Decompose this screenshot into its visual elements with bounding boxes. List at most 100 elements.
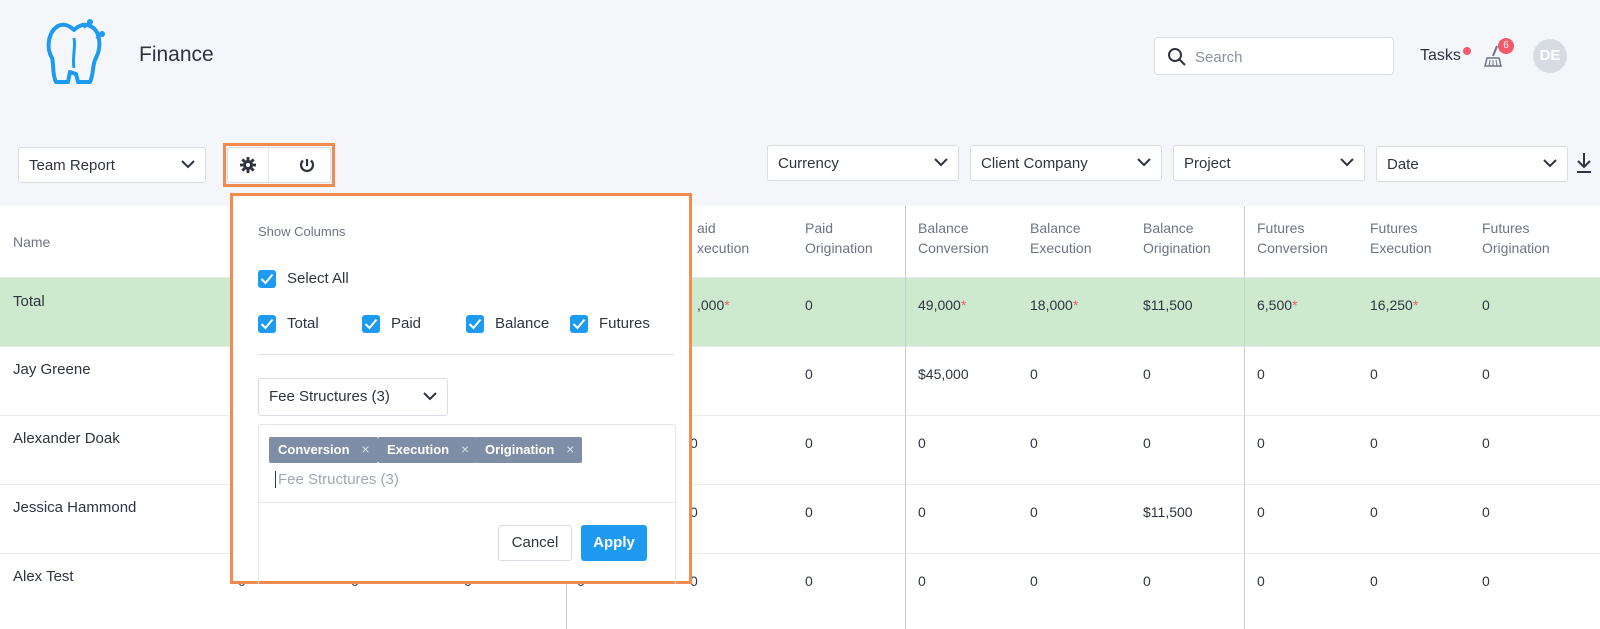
chip-conversion: Conversion × — [269, 437, 378, 463]
cell-value: 0 — [1370, 504, 1378, 520]
row-name[interactable]: Alexander Doak — [13, 429, 120, 449]
popover-title: Show Columns — [258, 224, 346, 239]
cancel-button[interactable]: Cancel — [498, 525, 572, 561]
apply-button[interactable]: Apply — [581, 525, 647, 561]
select-all-checkbox[interactable] — [258, 270, 276, 288]
table-cell: $11,500 — [1143, 502, 1193, 522]
flag-asterisk: * — [1412, 297, 1419, 313]
table-cell: 0 — [805, 433, 813, 453]
popover-divider — [258, 354, 674, 355]
cell-value: 0 — [1257, 435, 1265, 451]
cell-value: 0 — [1143, 366, 1151, 382]
balance-checkbox-label[interactable]: Balance — [495, 315, 549, 332]
chip-label: Origination — [485, 442, 555, 457]
paid-checkbox[interactable] — [362, 315, 380, 333]
futures-checkbox[interactable] — [570, 315, 588, 333]
cell-value: 0 — [1257, 504, 1265, 520]
cell-value: 0 — [1143, 573, 1151, 589]
cell-value: 0 — [1482, 366, 1490, 382]
search-input[interactable] — [1195, 46, 1385, 68]
chevron-down-icon — [181, 160, 195, 169]
cell-value: 0 — [805, 504, 813, 520]
table-cell: 0 — [1257, 364, 1265, 384]
total-checkbox[interactable] — [258, 315, 276, 333]
cell-value: 16,250 — [1370, 297, 1413, 313]
check-icon — [572, 318, 586, 330]
table-cell: 0 — [1482, 295, 1490, 315]
table-cell: 0 — [1257, 502, 1265, 522]
table-cell: 0 — [1030, 502, 1038, 522]
elephant-logo-icon[interactable] — [44, 18, 114, 90]
close-icon[interactable]: × — [566, 441, 574, 457]
currency-filter[interactable]: Currency — [767, 145, 959, 181]
futures-checkbox-label[interactable]: Futures — [599, 315, 650, 332]
row-name[interactable]: Alex Test — [13, 567, 74, 587]
date-filter[interactable]: Date — [1376, 146, 1568, 182]
close-icon[interactable]: × — [361, 441, 369, 457]
column-header[interactable]: Futures Conversion — [1257, 218, 1328, 258]
table-cell: 0 — [1482, 364, 1490, 384]
cell-value: 0 — [1370, 435, 1378, 451]
client-company-filter-label: Client Company — [981, 155, 1088, 172]
cell-value: 0 — [1482, 297, 1490, 313]
table-cell: 0 — [1030, 364, 1038, 384]
check-icon — [364, 318, 378, 330]
flag-asterisk: * — [960, 297, 967, 313]
column-header-name[interactable]: Name — [13, 232, 50, 252]
row-name[interactable]: Jay Greene — [13, 360, 91, 380]
chevron-down-icon — [1340, 158, 1354, 167]
notification-badge: 6 — [1498, 38, 1514, 54]
cell-value: 0 — [918, 435, 926, 451]
table-cell: 0 — [805, 571, 813, 591]
column-header[interactable]: Futures Origination — [1482, 218, 1550, 258]
cell-value: 0 — [1482, 504, 1490, 520]
table-cell: $11,500 — [1143, 295, 1193, 315]
client-company-filter[interactable]: Client Company — [970, 145, 1162, 181]
cell-value: $11,500 — [1143, 504, 1193, 520]
fee-structures-panel: Conversion × Execution × Origination × F… — [258, 424, 677, 584]
chevron-down-icon — [1137, 158, 1151, 167]
paid-checkbox-label[interactable]: Paid — [391, 315, 421, 332]
chevron-down-icon — [423, 392, 437, 401]
select-all-label[interactable]: Select All — [287, 270, 349, 287]
team-report-select[interactable]: Team Report — [18, 147, 206, 183]
column-header[interactable]: Futures Execution — [1370, 218, 1431, 258]
show-columns-popover: Show Columns Select All Total Paid Balan… — [230, 193, 692, 584]
column-header[interactable]: Paid Origination — [805, 218, 873, 258]
table-cell: 16,250* — [1370, 295, 1418, 315]
chip-execution: Execution × — [378, 437, 478, 463]
tasks-indicator-dot — [1463, 47, 1471, 55]
check-icon — [260, 318, 274, 330]
table-cell: 0 — [918, 433, 926, 453]
column-header[interactable]: Balance Conversion — [918, 218, 989, 258]
balance-checkbox[interactable] — [466, 315, 484, 333]
cell-value: ,000 — [697, 297, 725, 313]
fee-structures-select[interactable]: Fee Structures (3) — [258, 378, 448, 416]
table-cell: 0 — [918, 571, 926, 591]
close-icon[interactable]: × — [461, 441, 469, 457]
tasks-link[interactable]: Tasks — [1420, 47, 1461, 65]
table-cell: 0 — [1370, 502, 1378, 522]
column-header[interactable]: aid xecution — [697, 218, 749, 258]
chip-label: Conversion — [278, 442, 350, 457]
total-checkbox-label[interactable]: Total — [287, 315, 319, 332]
column-group-divider — [1244, 206, 1245, 629]
fee-structures-input[interactable]: Fee Structures (3) — [275, 471, 399, 488]
table-cell: 0 — [1030, 433, 1038, 453]
cell-value: 0 — [1482, 435, 1490, 451]
column-header[interactable]: Balance Origination — [1143, 218, 1211, 258]
table-cell: 0 — [805, 364, 813, 384]
column-header[interactable]: Balance Execution — [1030, 218, 1091, 258]
project-filter[interactable]: Project — [1173, 145, 1365, 181]
table-cell: $45,000 — [918, 364, 969, 384]
table-cell: 0 — [1482, 433, 1490, 453]
row-name[interactable]: Total — [13, 292, 45, 312]
download-icon[interactable] — [1575, 152, 1593, 174]
row-name[interactable]: Jessica Hammond — [13, 498, 136, 518]
cell-value: 0 — [1257, 573, 1265, 589]
panel-divider — [259, 502, 677, 503]
avatar[interactable]: DE — [1533, 39, 1567, 73]
search-box[interactable] — [1154, 37, 1394, 75]
table-cell: 0 — [1143, 571, 1151, 591]
project-filter-label: Project — [1184, 155, 1231, 172]
